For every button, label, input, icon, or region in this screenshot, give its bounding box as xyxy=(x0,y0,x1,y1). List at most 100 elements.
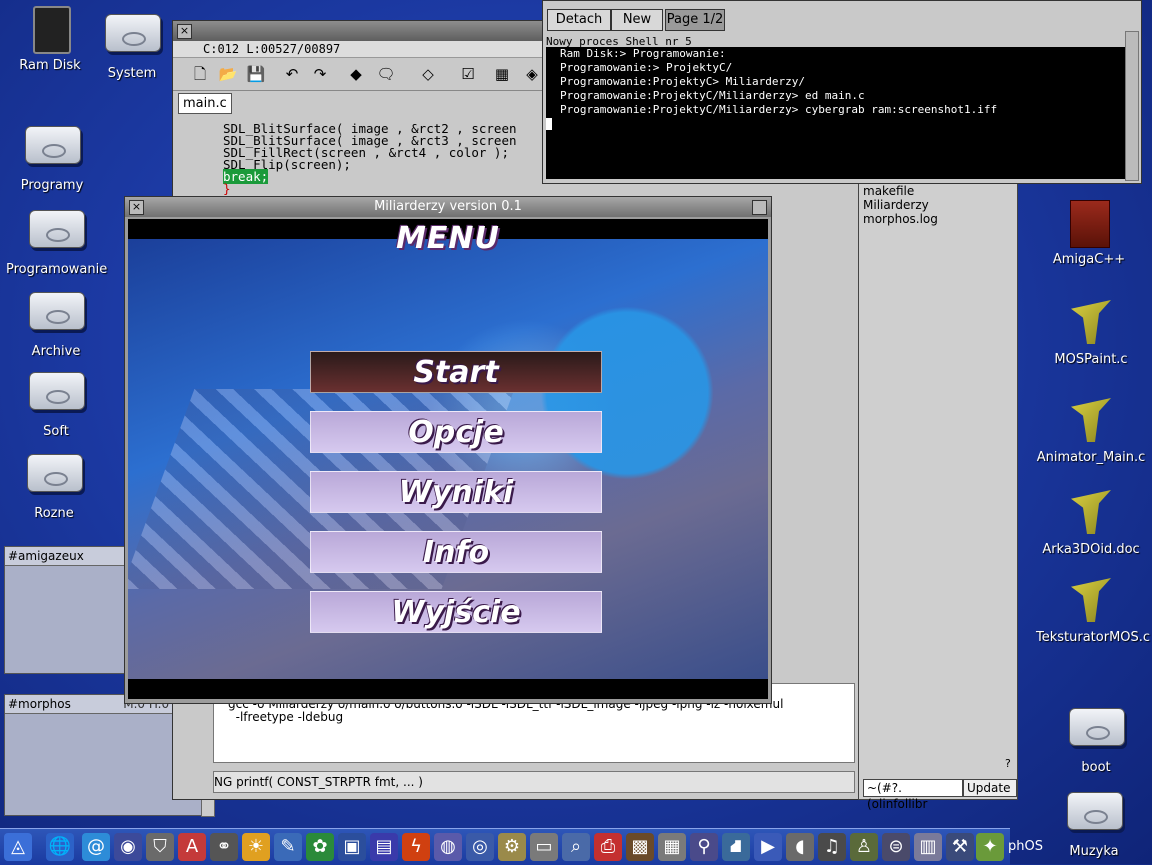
desktop-icon-muzyka[interactable]: Muzyka xyxy=(1044,784,1144,859)
diamond-icon[interactable]: ◈ xyxy=(521,63,543,85)
text-cursor xyxy=(546,118,552,130)
list-item[interactable]: makefile xyxy=(859,184,1017,198)
gear-icon[interactable]: ⚙ xyxy=(498,833,526,861)
menu-title: MENU xyxy=(396,221,500,256)
desktop-icon-soft[interactable]: Soft xyxy=(6,364,106,439)
new-button[interactable]: New xyxy=(611,9,663,31)
desktop-icon-label: Muzyka xyxy=(1069,844,1119,859)
desktop-icon-label: MOSPaint.c xyxy=(1054,352,1128,367)
undo-icon[interactable]: ↶ xyxy=(281,63,303,85)
color-palette-icon[interactable]: ◆ xyxy=(345,63,367,85)
new-file-icon[interactable]: 🗋 xyxy=(189,63,211,85)
redo-icon[interactable]: ↷ xyxy=(309,63,331,85)
network-folder-icon[interactable]: ⛘ xyxy=(722,833,750,861)
list-item[interactable]: morphos.log xyxy=(859,212,1017,226)
desktop-icon-programy[interactable]: Programy xyxy=(2,118,102,193)
save-icon[interactable]: 💾 xyxy=(245,63,267,85)
lightning-icon[interactable]: ϟ xyxy=(402,833,430,861)
list-item[interactable]: Miliarderzy xyxy=(859,198,1017,212)
desktop-icon-label: System xyxy=(107,66,157,81)
menu-button-wyjscie[interactable]: Wyjście xyxy=(310,591,602,633)
desktop-icon-archive[interactable]: Archive xyxy=(6,284,106,359)
status-line-text: NG printf( CONST_STRPTR fmt, ... ) xyxy=(214,775,423,789)
sun-icon[interactable]: ☀ xyxy=(242,833,270,861)
taskbar: ◬ 🌐 @ ◉ ⛉ A ⚭ ☀ ✎ ✿ ▣ ▤ ϟ ◍ ◎ ⚙ ▭ ⌕ ⎙ ▩ … xyxy=(0,828,1043,865)
shell-console[interactable]: Ram Disk:> Programowanie: Programowanie:>… xyxy=(546,47,1126,179)
drive-icon[interactable]: ⊜ xyxy=(882,833,910,861)
shape-icon[interactable]: ◇ xyxy=(417,63,439,85)
depth-gadget-icon[interactable] xyxy=(752,200,767,215)
menu-button-label: Wyjście xyxy=(391,595,521,630)
desktop-icon-amigac[interactable]: AmigaC++ xyxy=(1034,200,1144,267)
morphos-logo-icon[interactable]: ◬ xyxy=(4,833,32,861)
game-window[interactable]: × Miliarderzy version 0.1 MENU Start Opc… xyxy=(124,196,772,704)
menu-button-label: Info xyxy=(422,535,490,570)
file-list-pane[interactable]: makefile Miliarderzy morphos.log ? ~(#?.… xyxy=(858,180,1018,811)
grid-icon[interactable]: ▦ xyxy=(491,63,513,85)
ambient-icon[interactable]: ◉ xyxy=(114,833,142,861)
menu-button-label: Start xyxy=(413,355,499,390)
code-area[interactable]: SDL_BlitSurface( image , &rct2 , screen S… xyxy=(223,122,517,195)
tool-icon[interactable]: ⚒ xyxy=(946,833,974,861)
menu-button-opcje[interactable]: Opcje xyxy=(310,411,602,453)
archive-drive-icon xyxy=(29,292,85,340)
notes-icon[interactable]: ▥ xyxy=(914,833,942,861)
shell-scrollbar[interactable] xyxy=(1125,31,1139,181)
desktop-icon-rozne[interactable]: Rozne xyxy=(4,446,104,521)
mplayer-icon[interactable]: ▶ xyxy=(754,833,782,861)
game-icon[interactable]: ◍ xyxy=(434,833,462,861)
desktop-icon-animator[interactable]: Animator_Main.c xyxy=(1036,398,1146,465)
update-button[interactable]: Update xyxy=(963,779,1017,797)
game-canvas[interactable]: MENU Start Opcje Wyniki Info Wyjście xyxy=(128,219,768,699)
screw-file-icon xyxy=(1064,578,1118,626)
menu-button-wyniki[interactable]: Wyniki xyxy=(310,471,602,513)
document-icon[interactable]: ▤ xyxy=(370,833,398,861)
desktop-icon-mospaint[interactable]: MOSPaint.c xyxy=(1036,300,1146,367)
picture-icon[interactable]: ▣ xyxy=(338,833,366,861)
desktop-icon-arka3doid[interactable]: Arka3DOid.doc xyxy=(1036,490,1146,557)
xpeg-icon[interactable]: ✦ xyxy=(976,833,1004,861)
irc-channel-name: #amigazeux xyxy=(8,549,84,563)
detach-button[interactable]: Detach xyxy=(547,9,611,31)
desktop-icon-label: AmigaC++ xyxy=(1052,252,1126,267)
ibrowse-icon[interactable]: 🌐 xyxy=(46,833,74,861)
binoculars-icon[interactable]: ⚭ xyxy=(210,833,238,861)
box-icon[interactable]: ▩ xyxy=(626,833,654,861)
desktop-icon-programowanie[interactable]: Programowanie xyxy=(6,202,107,277)
search-icon[interactable]: ⌕ xyxy=(562,833,590,861)
desktop-icon-system[interactable]: System xyxy=(82,6,182,81)
headphones-icon[interactable]: ♫ xyxy=(818,833,846,861)
paint-icon[interactable]: ✿ xyxy=(306,833,334,861)
menu-button-start[interactable]: Start xyxy=(310,351,602,393)
calculator-icon[interactable]: ▦ xyxy=(658,833,686,861)
font-icon[interactable]: A xyxy=(178,833,206,861)
monitor-icon[interactable]: ▭ xyxy=(530,833,558,861)
pdf-icon[interactable]: ⎙ xyxy=(594,833,622,861)
comment-icon[interactable]: 🗨 xyxy=(375,63,397,85)
open-folder-icon[interactable]: 📂 xyxy=(217,63,239,85)
desktop-icon-boot[interactable]: boot xyxy=(1046,700,1146,775)
tab-main-c[interactable]: main.c xyxy=(178,93,232,114)
shield-icon[interactable]: ⛉ xyxy=(146,833,174,861)
tools-icon[interactable]: ✎ xyxy=(274,833,302,861)
rozne-drive-icon xyxy=(27,454,83,502)
desktop-icon-label: Arka3DOid.doc xyxy=(1042,542,1140,557)
file-list-controls: ~(#?.(olinfollibr Update xyxy=(863,779,1017,811)
ram-disk-icon xyxy=(23,6,77,54)
taskbar-fragment: phOS xyxy=(1008,839,1043,854)
page-tab[interactable]: Page 1/2 xyxy=(665,9,725,31)
help-marker[interactable]: ? xyxy=(1005,757,1015,771)
check-icon[interactable]: ☑ xyxy=(457,63,479,85)
cd-icon[interactable]: ◎ xyxy=(466,833,494,861)
pattern-field[interactable]: ~(#?.(olinfollibr xyxy=(863,779,963,811)
game-titlebar[interactable]: × Miliarderzy version 0.1 xyxy=(125,197,771,217)
network-icon[interactable]: ⚲ xyxy=(690,833,718,861)
desktop-icon-teksturator[interactable]: TeksturatorMOS.c xyxy=(1036,578,1150,645)
figure-icon[interactable]: ♙ xyxy=(850,833,878,861)
shell-window[interactable]: Detach New Page 1/2 Nowy proces Shell nr… xyxy=(542,0,1142,184)
shell-line: Programowanie:ProjektyC> Miliarderzy/ xyxy=(560,75,806,88)
email-icon[interactable]: @ xyxy=(82,833,110,861)
menu-button-label: Opcje xyxy=(408,415,504,450)
mouse-icon[interactable]: ◖ xyxy=(786,833,814,861)
menu-button-info[interactable]: Info xyxy=(310,531,602,573)
